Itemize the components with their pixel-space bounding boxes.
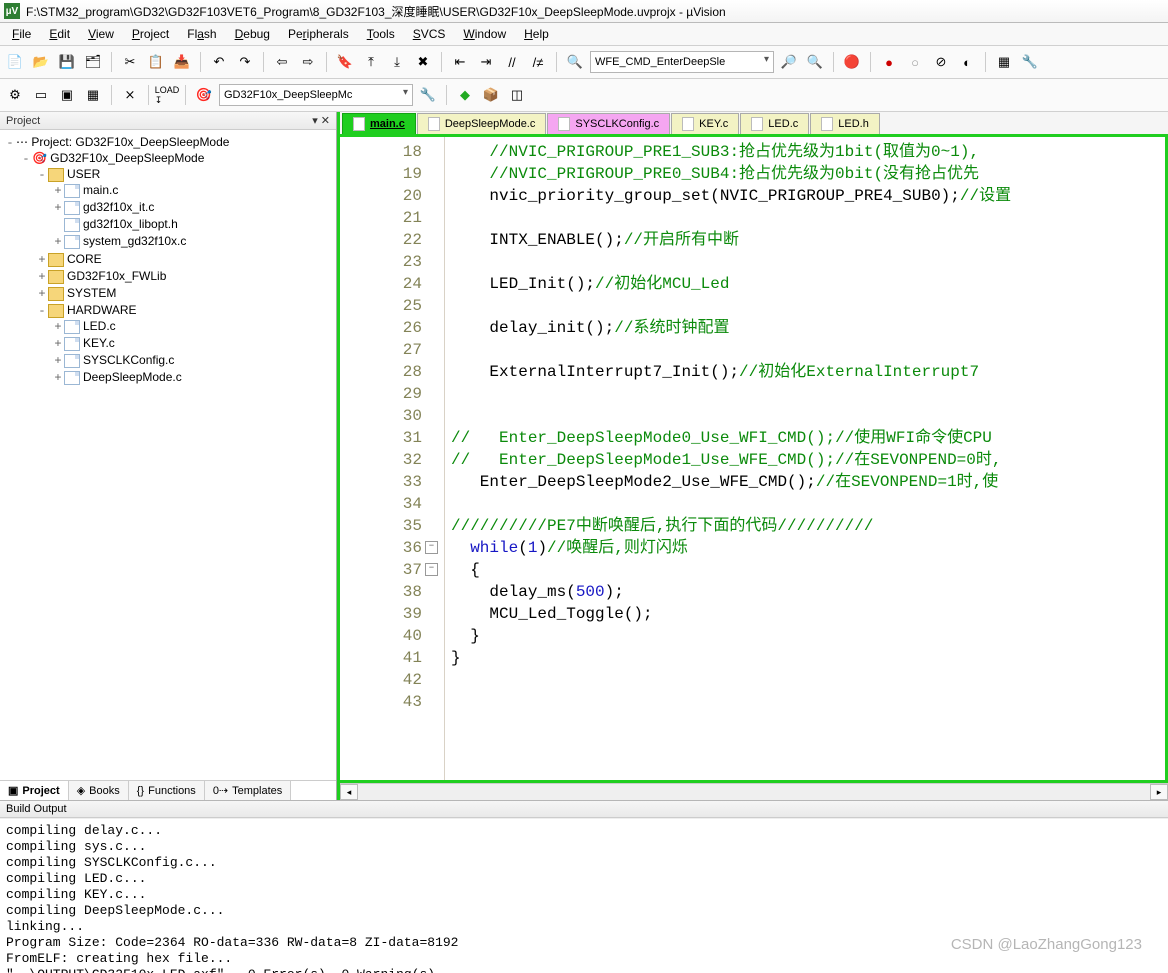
menu-svcs[interactable]: SVCS (405, 25, 454, 43)
find-in-files-icon[interactable]: 🔎 (778, 51, 800, 73)
title-bar: µV F:\STM32_program\GD32\GD32F103VET6_Pr… (0, 0, 1168, 23)
panel-menu-icon[interactable]: ▾ ✕ (312, 114, 330, 127)
window-title: F:\STM32_program\GD32\GD32F103VET6_Progr… (26, 3, 726, 20)
menu-window[interactable]: Window (455, 25, 514, 43)
tab-functions[interactable]: {} Functions (129, 781, 205, 800)
menu-edit[interactable]: Edit (41, 25, 78, 43)
editor-h-scrollbar[interactable]: ◂ ▸ (340, 783, 1168, 800)
tab-project[interactable]: ▣ Project (0, 781, 69, 800)
tree-file[interactable]: +DeepSleepMode.c (52, 369, 334, 386)
app-icon: µV (4, 3, 20, 19)
file-tab[interactable]: main.c (342, 113, 416, 134)
tree-file[interactable]: gd32f10x_libopt.h (52, 216, 334, 233)
bookmark-prev-icon[interactable]: ⤒ (360, 51, 382, 73)
uncomment-icon[interactable]: /≠ (527, 51, 549, 73)
tree-file[interactable]: +main.c (52, 182, 334, 199)
tree-group-system[interactable]: SYSTEM (67, 286, 116, 300)
menu-help[interactable]: Help (516, 25, 557, 43)
menu-file[interactable]: File (4, 25, 39, 43)
bookmark-clear-icon[interactable]: ✖ (412, 51, 434, 73)
batch-build-icon[interactable]: ▦ (82, 84, 104, 106)
build-output[interactable]: compiling delay.c... compiling sys.c... … (0, 818, 1168, 973)
tree-file[interactable]: +SYSCLKConfig.c (52, 352, 334, 369)
comment-icon[interactable]: // (501, 51, 523, 73)
file-tab-bar: main.cDeepSleepMode.cSYSCLKConfig.cKEY.c… (340, 112, 1168, 137)
tree-group-hardware[interactable]: HARDWARE (67, 303, 137, 317)
build-output-header: Build Output (0, 800, 1168, 818)
project-tree[interactable]: -⋯ Project: GD32F10x_DeepSleepMode -🎯 GD… (0, 130, 336, 780)
indent-right-icon[interactable]: ⇥ (475, 51, 497, 73)
bookmark-next-icon[interactable]: ⤓ (386, 51, 408, 73)
manage-rte-icon[interactable]: ◆ (454, 84, 476, 106)
build-icon[interactable]: ▭ (30, 84, 52, 106)
tree-group-fwlib[interactable]: GD32F10x_FWLib (67, 269, 166, 283)
editor-area: main.cDeepSleepMode.cSYSCLKConfig.cKEY.c… (337, 112, 1168, 800)
file-tab[interactable]: LED.h (810, 113, 880, 134)
code-editor[interactable]: //NVIC_PRIGROUP_PRE1_SUB3:抢占优先级为1bit(取值为… (445, 137, 1165, 780)
download-icon[interactable]: LOAD↧ (156, 84, 178, 106)
file-tab[interactable]: LED.c (740, 113, 809, 134)
line-gutter: 18192021222324252627282930313233343536−3… (340, 137, 445, 780)
scroll-right-icon[interactable]: ▸ (1150, 784, 1168, 800)
translate-icon[interactable]: ⚙ (4, 84, 26, 106)
menu-view[interactable]: View (80, 25, 122, 43)
tree-group-user[interactable]: USER (67, 167, 100, 181)
project-panel-header: Project ▾ ✕ (0, 112, 336, 130)
tree-group-core[interactable]: CORE (67, 252, 102, 266)
configure-icon[interactable]: 🔧 (1019, 51, 1041, 73)
tab-templates[interactable]: 0⇢ Templates (205, 781, 291, 800)
rebuild-icon[interactable]: ▣ (56, 84, 78, 106)
project-bottom-tabs: ▣ Project ◈ Books {} Functions 0⇢ Templa… (0, 780, 336, 800)
redo-icon[interactable]: ↷ (234, 51, 256, 73)
nav-fwd-icon[interactable]: ⇨ (297, 51, 319, 73)
target-options-icon[interactable]: 🎯 (193, 84, 215, 106)
menu-project[interactable]: Project (124, 25, 177, 43)
toolbar-build: ⚙ ▭ ▣ ▦ ⨯ LOAD↧ 🎯 GD32F10x_DeepSleepMc 🔧… (0, 79, 1168, 112)
menu-tools[interactable]: Tools (359, 25, 403, 43)
copy-icon[interactable]: 📋 (145, 51, 167, 73)
tree-file[interactable]: +gd32f10x_it.c (52, 199, 334, 216)
find-combo[interactable]: WFE_CMD_EnterDeepSle (590, 51, 774, 73)
save-icon[interactable]: 💾 (56, 51, 78, 73)
file-tab[interactable]: SYSCLKConfig.c (547, 113, 670, 134)
breakpoint-enable-icon[interactable]: ◐ (956, 51, 978, 73)
toolbar-main: 📄 📂 💾 🗂 ✂ 📋 📥 ↶ ↷ ⇦ ⇨ 🔖 ⤒ ⤓ ✖ ⇤ ⇥ // /≠ … (0, 46, 1168, 79)
tab-books[interactable]: ◈ Books (69, 781, 129, 800)
options-icon[interactable]: 🔧 (417, 84, 439, 106)
breakpoint-disable-icon[interactable]: ○ (904, 51, 926, 73)
menu-peripherals[interactable]: Peripherals (280, 25, 357, 43)
menu-bar: File Edit View Project Flash Debug Perip… (0, 23, 1168, 46)
tree-file[interactable]: +LED.c (52, 318, 334, 335)
incremental-find-icon[interactable]: 🔍 (804, 51, 826, 73)
indent-left-icon[interactable]: ⇤ (449, 51, 471, 73)
scroll-left-icon[interactable]: ◂ (340, 784, 358, 800)
tree-file[interactable]: +system_gd32f10x.c (52, 233, 334, 250)
file-tab[interactable]: KEY.c (671, 113, 739, 134)
stop-build-icon[interactable]: ⨯ (119, 84, 141, 106)
open-file-icon[interactable]: 📂 (30, 51, 52, 73)
debug-start-icon[interactable]: 🔴 (841, 51, 863, 73)
cut-icon[interactable]: ✂ (119, 51, 141, 73)
manage-packs-icon[interactable]: 📦 (480, 84, 502, 106)
tree-file[interactable]: +KEY.c (52, 335, 334, 352)
find-icon[interactable]: 🔍 (564, 51, 586, 73)
breakpoint-icon[interactable]: ● (878, 51, 900, 73)
file-tab[interactable]: DeepSleepMode.c (417, 113, 547, 134)
paste-icon[interactable]: 📥 (171, 51, 193, 73)
select-packs-icon[interactable]: ◫ (506, 84, 528, 106)
save-all-icon[interactable]: 🗂 (82, 51, 104, 73)
tree-root[interactable]: Project: GD32F10x_DeepSleepMode (31, 135, 229, 149)
menu-flash[interactable]: Flash (179, 25, 224, 43)
new-file-icon[interactable]: 📄 (4, 51, 26, 73)
menu-debug[interactable]: Debug (227, 25, 278, 43)
project-panel-title: Project (6, 115, 40, 127)
nav-back-icon[interactable]: ⇦ (271, 51, 293, 73)
window-layout-icon[interactable]: ▦ (993, 51, 1015, 73)
breakpoint-killall-icon[interactable]: ⊘ (930, 51, 952, 73)
tree-target[interactable]: GD32F10x_DeepSleepMode (50, 151, 204, 165)
undo-icon[interactable]: ↶ (208, 51, 230, 73)
target-combo[interactable]: GD32F10x_DeepSleepMc (219, 84, 413, 106)
bookmark-icon[interactable]: 🔖 (334, 51, 356, 73)
project-panel: Project ▾ ✕ -⋯ Project: GD32F10x_DeepSle… (0, 112, 337, 800)
